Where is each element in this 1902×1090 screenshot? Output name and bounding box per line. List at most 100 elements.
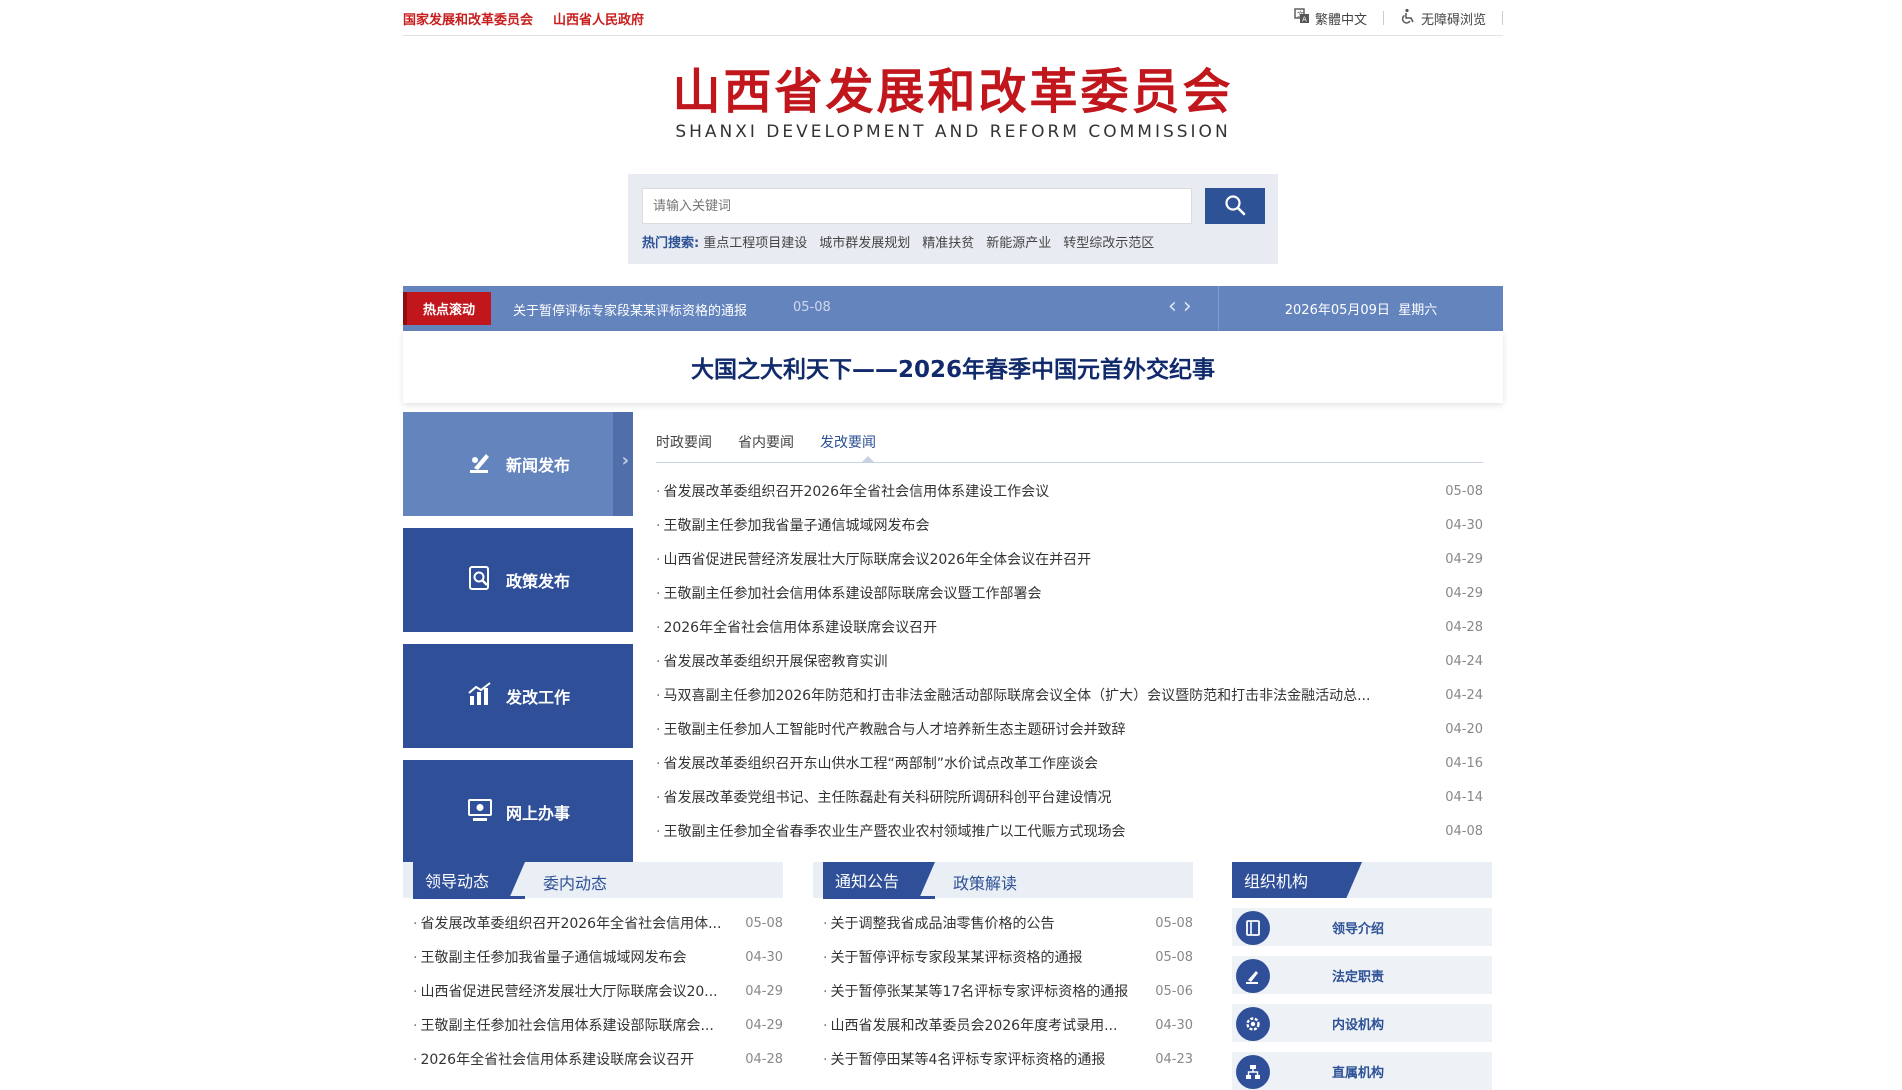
- organization-column: 组织机构 领导介绍 法定职责 内设机构 直属机构: [1232, 862, 1492, 1090]
- hot-search-term[interactable]: 精准扶贫: [922, 232, 974, 251]
- news-date: 04-20: [1445, 721, 1483, 737]
- news-date: 05-08: [1445, 483, 1483, 499]
- current-date: 2026年05月09日 星期六: [1218, 286, 1503, 331]
- list-item[interactable]: 王敬副主任参加我省量子通信城域网发布会 04-30: [403, 940, 783, 974]
- org-item-duties[interactable]: 法定职责: [1232, 956, 1492, 994]
- item-title: 山西省促进民营经济发展壮大厅际联席会议20...: [413, 981, 717, 1001]
- list-item[interactable]: 省发展改革委组织召开东山供水工程“两部制”水价试点改革工作座谈会 04-16: [656, 746, 1483, 780]
- nav-label: 网上办事: [505, 804, 570, 823]
- item-title: 2026年全省社会信用体系建设联席会议召开: [413, 1049, 694, 1069]
- list-item[interactable]: 关于暂停张某某等17名评标专家评标资格的通报 05-06: [813, 974, 1193, 1008]
- news-date: 04-24: [1445, 687, 1483, 703]
- list-item[interactable]: 省发展改革委党组书记、主任陈磊赴有关科研院所调研科创平台建设情况 04-14: [656, 780, 1483, 814]
- tab-notices[interactable]: 通知公告: [823, 862, 935, 898]
- book-icon: [1236, 911, 1270, 945]
- nav-label: 政策发布: [505, 572, 570, 591]
- accessibility-button[interactable]: 无障碍浏览: [1392, 8, 1494, 28]
- hot-search-label: 热门搜索:: [642, 236, 700, 251]
- column-list: 关于调整我省成品油零售价格的公告 05-08 关于暂停评标专家段某某评标资格的通报…: [813, 906, 1193, 1076]
- top-bar: 国家发展和改革委员会 山西省人民政府 文A 繁體中文 无障碍浏览: [403, 0, 1503, 36]
- news-title: 王敬副主任参加人工智能时代产教融合与人才培养新生态主题研讨会并致辞: [656, 719, 1125, 739]
- left-nav: 新闻发布 › 政策发布 发改工作 网上办事: [403, 412, 633, 864]
- search-button[interactable]: [1205, 188, 1265, 224]
- leader-news-column: 领导动态 委内动态 省发展改革委组织召开2026年全省社会信用体... 05-08…: [403, 862, 783, 1076]
- list-item[interactable]: 山西省促进民营经济发展壮大厅际联席会议20... 04-29: [403, 974, 783, 1008]
- hot-search-term[interactable]: 新能源产业: [986, 232, 1051, 251]
- tab-committee-news[interactable]: 委内动态: [543, 870, 607, 894]
- nav-online-service[interactable]: 网上办事: [403, 760, 633, 864]
- news-title: 省发展改革委组织召开东山供水工程“两部制”水价试点改革工作座谈会: [656, 753, 1098, 773]
- tab-province-news[interactable]: 省内要闻: [738, 432, 794, 452]
- hot-ticker: 热点滚动 关于暂停评标专家段某某评标资格的通报 05-08 ‹ › 2026年0…: [403, 286, 1503, 331]
- list-item[interactable]: 2026年全省社会信用体系建设联席会议召开 04-28: [403, 1042, 783, 1076]
- list-item[interactable]: 2026年全省社会信用体系建设联席会议召开 04-28: [656, 610, 1483, 644]
- chevron-right-icon[interactable]: ›: [1183, 296, 1192, 318]
- list-item[interactable]: 马双喜副主任参加2026年防范和打击非法金融活动部际联席会议全体（扩大）会议暨防…: [656, 678, 1483, 712]
- item-date: 05-08: [745, 915, 783, 931]
- search-input[interactable]: [642, 188, 1192, 224]
- list-item[interactable]: 王敬副主任参加全省春季农业生产暨农业农村领域推广以工代赈方式现场会 04-08: [656, 814, 1483, 848]
- org-item-leaders[interactable]: 领导介绍: [1232, 908, 1492, 946]
- nav-policy-release[interactable]: 政策发布: [403, 528, 633, 632]
- news-date: 04-29: [1445, 551, 1483, 567]
- hot-search-term[interactable]: 转型综改示范区: [1063, 232, 1154, 251]
- hot-search-term[interactable]: 重点工程项目建设: [703, 232, 807, 251]
- site-logo[interactable]: 山西省发展和改革委员会 SHANXI DEVELOPMENT AND REFOR…: [403, 64, 1503, 142]
- item-date: 05-06: [1155, 983, 1193, 999]
- tab-leader-news[interactable]: 领导动态: [413, 862, 525, 898]
- org-item-affiliated[interactable]: 直属机构: [1232, 1052, 1492, 1090]
- list-item[interactable]: 王敬副主任参加社会信用体系建设部际联席会议暨工作部署会 04-29: [656, 576, 1483, 610]
- item-title: 山西省发展和改革委员会2026年度考试录用...: [823, 1015, 1117, 1035]
- org-item-departments[interactable]: 内设机构: [1232, 1004, 1492, 1042]
- column-list: 省发展改革委组织召开2026年全省社会信用体... 05-08 王敬副主任参加我省…: [403, 906, 783, 1076]
- tab-reform-news[interactable]: 发改要闻: [820, 432, 876, 452]
- item-date: 04-28: [745, 1051, 783, 1067]
- ndrc-link[interactable]: 国家发展和改革委员会: [403, 9, 533, 28]
- list-item[interactable]: 王敬副主任参加我省量子通信城域网发布会 04-30: [656, 508, 1483, 542]
- tab-organization[interactable]: 组织机构: [1232, 862, 1362, 898]
- column-header: 组织机构: [1232, 862, 1492, 898]
- list-item[interactable]: 省发展改革委组织召开2026年全省社会信用体系建设工作会议 05-08: [656, 474, 1483, 508]
- nav-news-release[interactable]: 新闻发布 ›: [403, 412, 633, 516]
- list-item[interactable]: 山西省发展和改革委员会2026年度考试录用... 04-30: [813, 1008, 1193, 1042]
- gavel-icon: [466, 448, 494, 480]
- traditional-chinese-button[interactable]: 文A 繁體中文: [1286, 8, 1375, 28]
- hot-search-term[interactable]: 城市群发展规划: [819, 232, 910, 251]
- tab-underline: [656, 462, 1483, 463]
- tab-policy-interpretation[interactable]: 政策解读: [953, 870, 1017, 894]
- org-label: 内设机构: [1332, 1017, 1385, 1033]
- list-item[interactable]: 省发展改革委组织开展保密教育实训 04-24: [656, 644, 1483, 678]
- list-item[interactable]: 王敬副主任参加人工智能时代产教融合与人才培养新生态主题研讨会并致辞 04-20: [656, 712, 1483, 746]
- news-date: 04-24: [1445, 653, 1483, 669]
- tab-underline: [413, 896, 525, 899]
- column-header: 通知公告 政策解读: [813, 862, 1193, 899]
- item-date: 04-30: [1155, 1017, 1193, 1033]
- item-date: 05-08: [1155, 949, 1193, 965]
- nav-reform-work[interactable]: 发改工作: [403, 644, 633, 748]
- ticker-headline[interactable]: 关于暂停评标专家段某某评标资格的通报: [513, 300, 747, 319]
- news-title: 王敬副主任参加社会信用体系建设部际联席会议暨工作部署会: [656, 583, 1041, 603]
- chevron-left-icon[interactable]: ‹: [1168, 296, 1177, 318]
- news-date: 04-14: [1445, 789, 1483, 805]
- logo-title-en: SHANXI DEVELOPMENT AND REFORM COMMISSION: [675, 122, 1231, 142]
- list-item[interactable]: 山西省促进民营经济发展壮大厅际联席会议2026年全体会议在并召开 04-29: [656, 542, 1483, 576]
- list-item[interactable]: 关于暂停评标专家段某某评标资格的通报 05-08: [813, 940, 1193, 974]
- list-item[interactable]: 省发展改革委组织召开2026年全省社会信用体... 05-08: [403, 906, 783, 940]
- list-item[interactable]: 关于暂停田某等4名评标专家评标资格的通报 04-23: [813, 1042, 1193, 1076]
- headline-link[interactable]: 大国之大利天下——2026年春季中国元首外交纪事: [691, 350, 1215, 384]
- news-title: 省发展改革委组织开展保密教育实训: [656, 651, 887, 671]
- news-title: 山西省促进民营经济发展壮大厅际联席会议2026年全体会议在并召开: [656, 549, 1091, 569]
- item-title: 王敬副主任参加我省量子通信城域网发布会: [413, 947, 686, 967]
- news-date: 04-30: [1445, 517, 1483, 533]
- ticker-arrows: ‹ ›: [1168, 296, 1192, 318]
- top-tools: 文A 繁體中文 无障碍浏览: [1286, 8, 1503, 28]
- news-list: 省发展改革委组织召开2026年全省社会信用体系建设工作会议 05-08 王敬副主任…: [656, 474, 1483, 848]
- tab-current-affairs[interactable]: 时政要闻: [656, 432, 712, 452]
- shanxi-gov-link[interactable]: 山西省人民政府: [553, 9, 644, 28]
- list-item[interactable]: 王敬副主任参加社会信用体系建设部际联席会... 04-29: [403, 1008, 783, 1042]
- nav-label: 新闻发布: [505, 456, 570, 475]
- accessibility-label: 无障碍浏览: [1420, 12, 1486, 28]
- item-title: 关于调整我省成品油零售价格的公告: [823, 913, 1054, 933]
- list-item[interactable]: 关于调整我省成品油零售价格的公告 05-08: [813, 906, 1193, 940]
- page: 国家发展和改革委员会 山西省人民政府 文A 繁體中文 无障碍浏览 山西省发展和改…: [403, 0, 1503, 1090]
